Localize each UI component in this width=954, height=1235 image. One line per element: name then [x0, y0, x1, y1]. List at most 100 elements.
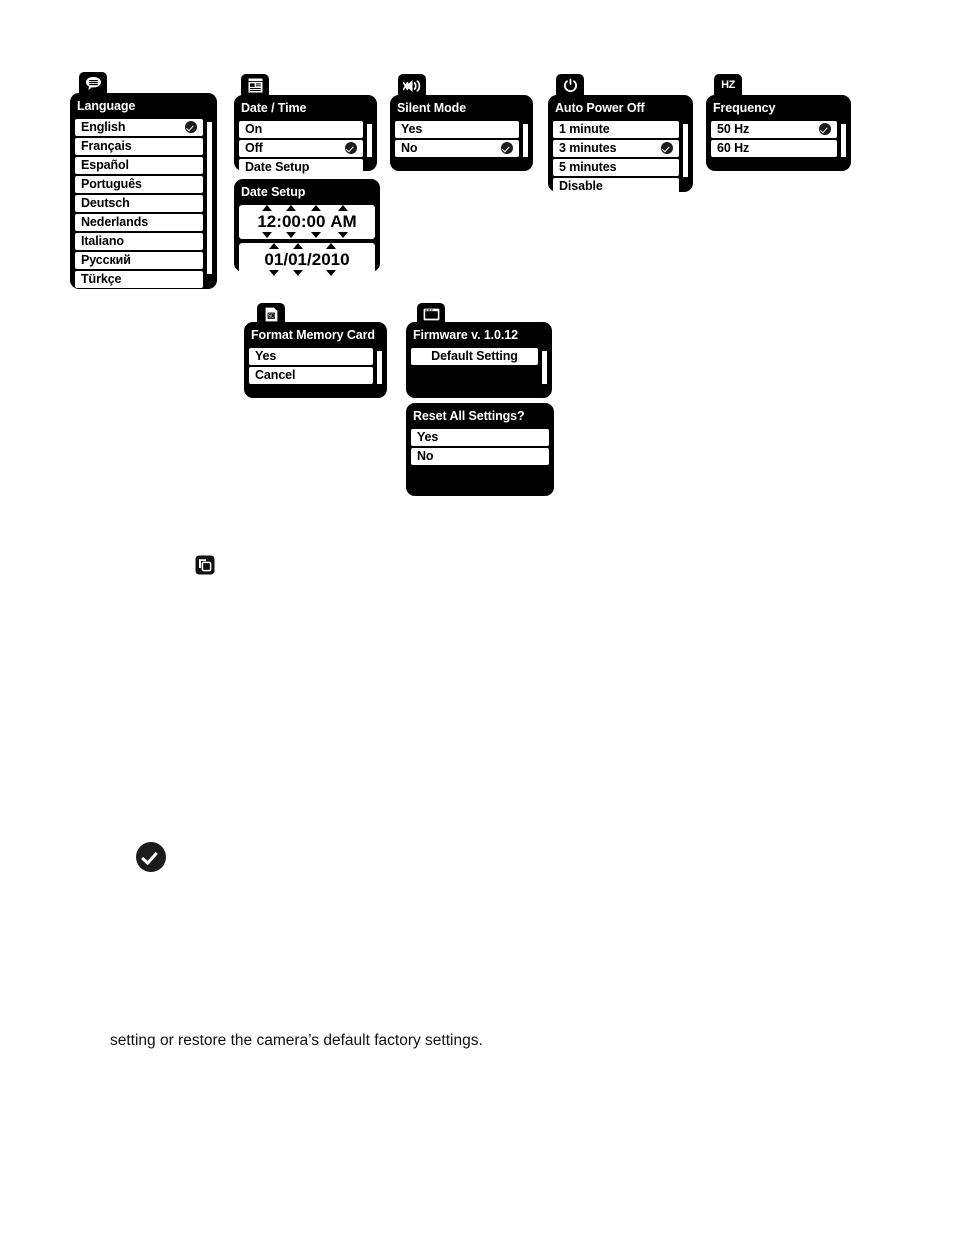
- menu-auto-power-off: Auto Power Off 1 minute 3 minutes 5 minu…: [548, 95, 693, 195]
- body-paragraph: setting or restore the camera’s default …: [110, 1032, 483, 1049]
- panel-date-setup: Date Setup 12 : 00 : 00 AM 01 / 01 / 201…: [234, 179, 380, 277]
- scroll-up-arrow[interactable]: [207, 114, 213, 119]
- menu-item-auto-power-off-1-minute[interactable]: 1 minute: [553, 120, 679, 138]
- tab-auto-power-off[interactable]: [556, 74, 584, 97]
- scroll-down-arrow[interactable]: [207, 276, 213, 281]
- menu-item-frequency-50hz[interactable]: 50 Hz: [711, 120, 837, 138]
- menu-item-language-espanol[interactable]: Español: [75, 156, 203, 174]
- menu-auto-power-off-title: Auto Power Off: [555, 101, 645, 115]
- scroll-up-arrow[interactable]: [523, 116, 529, 121]
- menu-item-language-english[interactable]: English: [75, 118, 203, 136]
- menu-item-language-turkce[interactable]: Türkçe: [75, 270, 203, 288]
- calendar-icon: [248, 78, 263, 93]
- minute-stepper[interactable]: 00: [282, 213, 301, 230]
- scroll-up-arrow[interactable]: [377, 343, 383, 348]
- scroll-up-arrow[interactable]: [683, 116, 689, 121]
- menu-item-auto-power-off-3-minutes[interactable]: 3 minutes: [553, 139, 679, 157]
- scroll-up-arrow[interactable]: [542, 343, 548, 348]
- menu-firmware-title: Firmware v. 1.0.12: [413, 328, 518, 342]
- scroll-up-arrow[interactable]: [841, 116, 847, 121]
- menu-frequency: Frequency 50 Hz 60 Hz: [706, 95, 851, 171]
- camera-display-icon: [423, 308, 440, 321]
- tab-silent-mode[interactable]: [398, 74, 426, 97]
- menu-item-language-italiano[interactable]: Italiano: [75, 232, 203, 250]
- tab-language[interactable]: [79, 72, 107, 95]
- scroll-down-arrow[interactable]: [523, 159, 529, 164]
- menu-item-label: Disable: [559, 178, 603, 193]
- tab-date-time[interactable]: [241, 74, 269, 97]
- menu-item-label: Português: [81, 176, 142, 191]
- menu-item-label: On: [245, 121, 263, 136]
- second-stepper[interactable]: 00: [307, 213, 326, 230]
- menu-reset-all-settings-title: Reset All Settings?: [413, 409, 525, 423]
- scroll-up-arrow[interactable]: [367, 116, 373, 121]
- menu-silent-mode-title: Silent Mode: [397, 101, 467, 115]
- scrollbar[interactable]: [206, 121, 213, 275]
- menu-item-label: 50 Hz: [717, 121, 750, 136]
- menu-item-language-nederlands[interactable]: Nederlands: [75, 213, 203, 231]
- menu-item-frequency-60hz[interactable]: 60 Hz: [711, 139, 837, 157]
- scrollbar[interactable]: [522, 123, 529, 158]
- menu-item-label: Date Setup: [245, 159, 310, 174]
- menu-item-label: Yes: [417, 429, 439, 444]
- scrollbar[interactable]: [376, 350, 383, 385]
- scrollbar[interactable]: [541, 350, 548, 385]
- scroll-down-arrow[interactable]: [367, 159, 373, 164]
- menu-item-format-memory-card-cancel[interactable]: Cancel: [249, 366, 373, 384]
- month-stepper[interactable]: 01: [264, 251, 283, 268]
- menu-item-label: Yes: [255, 348, 277, 363]
- year-stepper[interactable]: 2010: [312, 251, 350, 268]
- time-spinner[interactable]: 12 : 00 : 00 AM: [239, 204, 375, 239]
- menu-item-firmware-default-setting[interactable]: Default Setting: [411, 347, 538, 365]
- menu-language-title: Language: [77, 99, 136, 113]
- sd-card-icon: SD: [265, 307, 278, 322]
- menu-item-silent-mode-yes[interactable]: Yes: [395, 120, 519, 138]
- menu-item-reset-all-settings-yes[interactable]: Yes: [411, 428, 549, 446]
- menu-item-reset-all-settings-no[interactable]: No: [411, 447, 549, 465]
- scrollbar[interactable]: [840, 123, 847, 158]
- menu-item-label: Default Setting: [431, 348, 518, 363]
- scrollbar[interactable]: [682, 123, 689, 178]
- scroll-down-arrow[interactable]: [542, 386, 548, 391]
- menu-item-date-time-date-setup[interactable]: Date Setup: [239, 158, 363, 176]
- menu-item-label: Italiano: [81, 233, 124, 248]
- checkmark-icon: [819, 123, 831, 135]
- tab-frequency[interactable]: HZ: [714, 74, 742, 97]
- hz-icon: HZ: [721, 79, 735, 91]
- scrollbar[interactable]: [366, 123, 373, 158]
- menu-item-date-time-off[interactable]: Off: [239, 139, 363, 157]
- scroll-down-arrow[interactable]: [841, 159, 847, 164]
- menu-language: Language English Français Español Portug…: [70, 93, 217, 289]
- checkmark-icon: [661, 142, 673, 154]
- menu-format-memory-card-title: Format Memory Card: [251, 328, 375, 342]
- meridiem-stepper[interactable]: AM: [330, 213, 356, 230]
- menu-item-date-time-on[interactable]: On: [239, 120, 363, 138]
- day-stepper[interactable]: 01: [288, 251, 307, 268]
- menu-item-language-deutsch[interactable]: Deutsch: [75, 194, 203, 212]
- panel-date-setup-title: Date Setup: [241, 185, 306, 199]
- menu-item-language-francais[interactable]: Français: [75, 137, 203, 155]
- copy-frames-icon: [195, 555, 215, 580]
- menu-item-label: Русский: [81, 252, 131, 267]
- hour-stepper[interactable]: 12: [257, 213, 276, 230]
- menu-item-auto-power-off-5-minutes[interactable]: 5 minutes: [553, 158, 679, 176]
- menu-item-label: 5 minutes: [559, 159, 617, 174]
- menu-item-format-memory-card-yes[interactable]: Yes: [249, 347, 373, 365]
- date-spinner[interactable]: 01 / 01 / 2010: [239, 242, 375, 277]
- menu-item-label: 3 minutes: [559, 140, 617, 155]
- scroll-down-arrow[interactable]: [683, 179, 689, 184]
- menu-item-label: 60 Hz: [717, 140, 750, 155]
- svg-text:SD: SD: [267, 314, 274, 320]
- power-icon: [563, 78, 578, 93]
- menu-item-auto-power-off-disable[interactable]: Disable: [553, 177, 679, 195]
- menu-item-label: Türkçe: [81, 271, 122, 286]
- menu-firmware: Firmware v. 1.0.12 Default Setting: [406, 322, 552, 398]
- scroll-down-arrow[interactable]: [377, 386, 383, 391]
- menu-item-silent-mode-no[interactable]: No: [395, 139, 519, 157]
- menu-item-label: Cancel: [255, 367, 296, 382]
- menu-item-label: Nederlands: [81, 214, 149, 229]
- menu-item-label: No: [401, 140, 418, 155]
- checkmark-icon: [185, 121, 197, 133]
- menu-item-language-portugues[interactable]: Português: [75, 175, 203, 193]
- menu-item-language-russian[interactable]: Русский: [75, 251, 203, 269]
